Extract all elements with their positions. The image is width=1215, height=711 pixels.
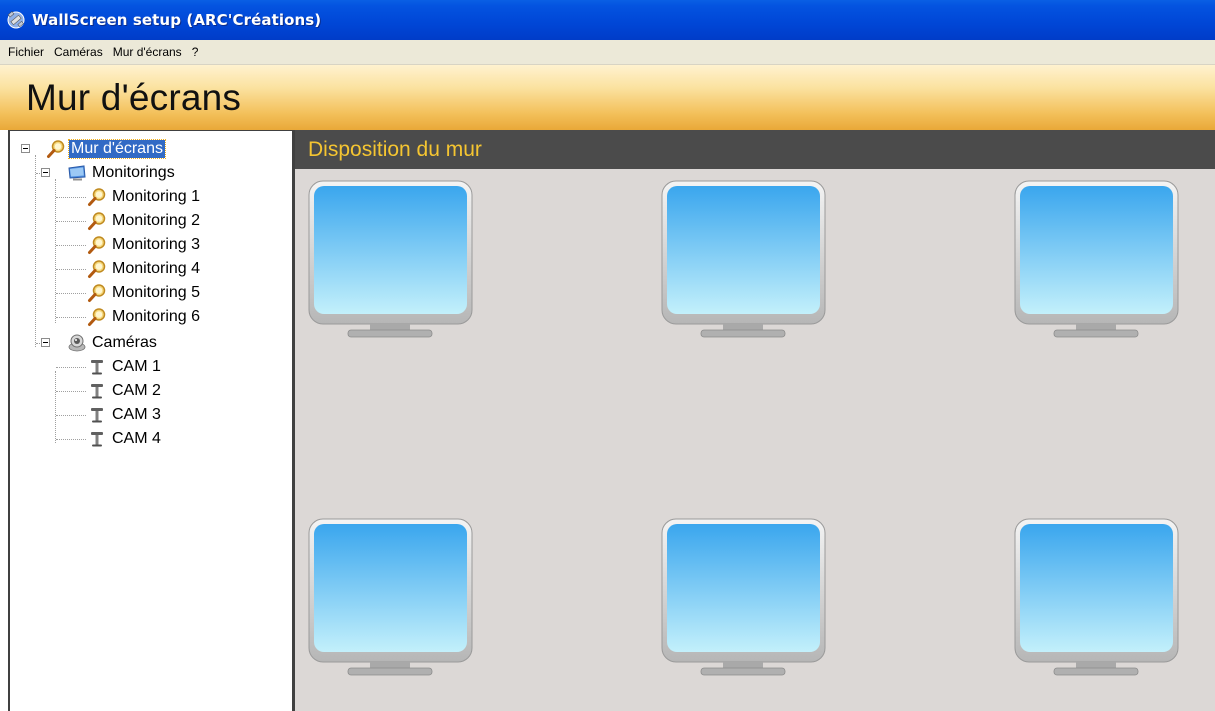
window-title: WallScreen setup (ARC'Créations) bbox=[32, 11, 322, 29]
screen-slot-6[interactable] bbox=[1014, 516, 1179, 681]
magnifier-icon bbox=[88, 284, 106, 302]
tree-item-cam-3[interactable]: CAM 3 bbox=[87, 403, 163, 427]
tree-connector bbox=[56, 367, 86, 368]
wall-title: Disposition du mur bbox=[308, 137, 482, 161]
collapse-toggle-monitorings[interactable] bbox=[41, 168, 50, 177]
magnifier-icon bbox=[88, 236, 106, 254]
menu-bar: Fichier Caméras Mur d'écrans ? bbox=[0, 40, 1215, 65]
tree-connector bbox=[56, 293, 86, 294]
window-titlebar[interactable]: WallScreen setup (ARC'Créations) bbox=[0, 0, 1215, 40]
tree-item-label: Monitoring 1 bbox=[112, 188, 201, 205]
screen-slot-1[interactable] bbox=[308, 178, 473, 343]
tree-item-monitoring-1[interactable]: Monitoring 1 bbox=[87, 185, 202, 209]
tree-item-label: CAM 2 bbox=[112, 382, 161, 399]
magnifier-icon bbox=[88, 308, 106, 326]
tree-item-monitoring-4[interactable]: Monitoring 4 bbox=[87, 257, 202, 281]
tree-connector bbox=[56, 269, 86, 270]
tree-connector bbox=[56, 221, 86, 222]
menu-help[interactable]: ? bbox=[188, 43, 203, 61]
tree-item-monitoring-5[interactable]: Monitoring 5 bbox=[87, 281, 202, 305]
camera-icon bbox=[91, 360, 103, 375]
tree-connector bbox=[35, 155, 36, 347]
tree-item-cameras[interactable]: Caméras bbox=[67, 331, 159, 355]
screen-slot-4[interactable] bbox=[308, 516, 473, 681]
tree-item-cam-4[interactable]: CAM 4 bbox=[87, 427, 163, 451]
tree-item-label: Caméras bbox=[92, 334, 157, 351]
camera-icon bbox=[91, 384, 103, 399]
screen-slot-2[interactable] bbox=[661, 178, 826, 343]
tree-item-label: CAM 4 bbox=[112, 430, 161, 447]
tree-item-label: Monitoring 4 bbox=[112, 260, 201, 277]
tree-item-monitorings[interactable]: Monitorings bbox=[67, 161, 177, 185]
tree-item-label: Mur d'écrans bbox=[68, 139, 166, 159]
tree-item-label: Monitoring 2 bbox=[112, 212, 201, 229]
tree-connector bbox=[56, 439, 86, 440]
tree-item-label: Monitorings bbox=[92, 164, 175, 181]
tree-item-label: CAM 1 bbox=[112, 358, 161, 375]
tree-item-cam-1[interactable]: CAM 1 bbox=[87, 355, 163, 379]
tree-connector bbox=[56, 317, 86, 318]
monitor-icon bbox=[68, 165, 86, 181]
tree-connector bbox=[55, 179, 56, 323]
screen-slot-3[interactable] bbox=[1014, 178, 1179, 343]
menu-cameras[interactable]: Caméras bbox=[50, 43, 107, 61]
tree-connector bbox=[56, 415, 86, 416]
menu-mur-ecrans[interactable]: Mur d'écrans bbox=[109, 43, 186, 61]
tree-item-label: CAM 3 bbox=[112, 406, 161, 423]
webcam-icon bbox=[68, 334, 86, 352]
camera-icon bbox=[91, 408, 103, 423]
tree-item-cam-2[interactable]: CAM 2 bbox=[87, 379, 163, 403]
tree-panel: Mur d'écrans Monitorings Monitoring 1 Mo… bbox=[8, 130, 295, 711]
tree-item-label: Monitoring 5 bbox=[112, 284, 201, 301]
tree-item-monitoring-2[interactable]: Monitoring 2 bbox=[87, 209, 202, 233]
tree-item-label: Monitoring 3 bbox=[112, 236, 201, 253]
tree-connector bbox=[56, 245, 86, 246]
camera-icon bbox=[91, 432, 103, 447]
tree-item-monitoring-6[interactable]: Monitoring 6 bbox=[87, 305, 202, 329]
magnifier-icon bbox=[47, 140, 65, 158]
page-title: Mur d'écrans bbox=[26, 76, 242, 118]
tree-connector bbox=[55, 371, 56, 443]
magnifier-icon bbox=[88, 188, 106, 206]
tree-item-label: Monitoring 6 bbox=[112, 308, 201, 325]
satellite-icon bbox=[7, 11, 25, 29]
wall-panel: Disposition du mur bbox=[295, 130, 1215, 711]
magnifier-icon bbox=[88, 212, 106, 230]
page-header: Mur d'écrans bbox=[0, 65, 1215, 130]
tree-connector bbox=[56, 391, 86, 392]
collapse-toggle-root[interactable] bbox=[21, 144, 30, 153]
wall-header: Disposition du mur bbox=[295, 130, 1215, 169]
collapse-toggle-cameras[interactable] bbox=[41, 338, 50, 347]
magnifier-icon bbox=[88, 260, 106, 278]
screen-slot-5[interactable] bbox=[661, 516, 826, 681]
tree-connector bbox=[56, 197, 86, 198]
tree-item-monitoring-3[interactable]: Monitoring 3 bbox=[87, 233, 202, 257]
menu-fichier[interactable]: Fichier bbox=[4, 43, 48, 61]
tree-item-mur-ecrans[interactable]: Mur d'écrans bbox=[46, 137, 166, 161]
